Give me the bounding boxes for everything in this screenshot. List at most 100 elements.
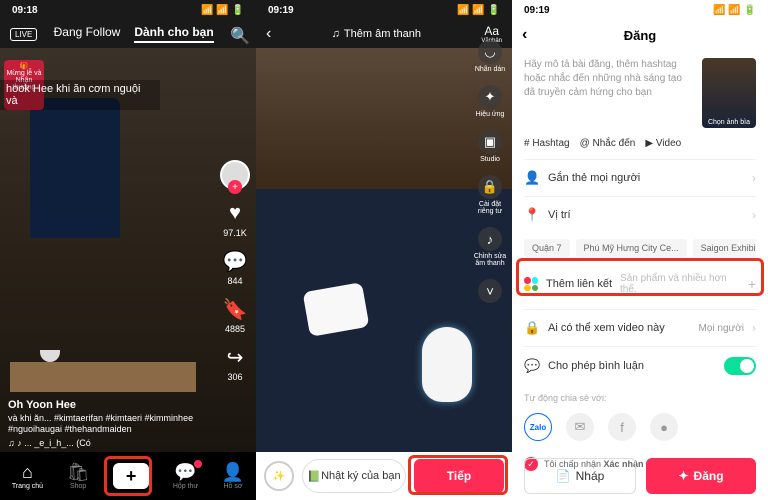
username[interactable]: Oh Yoon Hee — [8, 399, 206, 411]
status-bar: 09:19 📶 📶 🔋 — [512, 0, 768, 20]
share-targets: Zalo ✉ f ● — [524, 409, 756, 451]
page-title: Đăng — [624, 28, 657, 43]
overlay-caption: hook Hee khi ăn cơm nguội và — [0, 80, 160, 110]
chevron-down-icon: ˅ — [478, 279, 502, 303]
effect-tool[interactable]: ✦Hiệu ứng — [472, 85, 508, 118]
feed-screen: 09:18 📶 📶 🔋 LIVE Đang Follow Dành cho bạ… — [0, 0, 256, 500]
share-icon: ↪ — [222, 344, 248, 370]
chevron-right-icon: › — [752, 171, 756, 185]
highlight-link — [516, 258, 764, 296]
more-tools[interactable]: ˅ — [472, 279, 508, 303]
tab-following[interactable]: Đang Follow — [54, 25, 121, 43]
location-suggestions: Quận 7 Phú Mỹ Hưng City Ce... Saigon Exh… — [524, 239, 756, 257]
chevron-right-icon: › — [752, 321, 756, 335]
privacy-tool[interactable]: 🔒Cài đặt riêng tư — [472, 175, 508, 215]
effect-icon: ✦ — [478, 85, 502, 109]
action-rail: + ♥97.1K 💬844 🔖4885 ↪306 — [220, 160, 250, 382]
description-row: Hãy mô tả bài đăng, thêm hashtag hoặc nh… — [524, 58, 756, 128]
person-icon: 👤 — [524, 170, 540, 186]
nav-shop[interactable]: 🛍Shop — [67, 462, 90, 490]
lock-icon: 🔒 — [524, 320, 540, 336]
nav-profile[interactable]: 👤Hồ sơ — [222, 462, 244, 490]
share-button[interactable]: ↪306 — [222, 344, 248, 382]
mention-button[interactable]: @ Nhắc đến — [580, 138, 636, 149]
follow-plus-icon[interactable]: + — [228, 180, 242, 194]
studio-icon: ▣ — [478, 130, 502, 154]
video-table — [10, 362, 196, 392]
share-zalo[interactable]: Zalo — [524, 413, 552, 441]
post-header: ‹ Đăng — [512, 20, 768, 50]
nav-home[interactable]: ⌂Trang chủ — [12, 462, 43, 490]
status-icons: 📶 📶 🔋 — [457, 5, 500, 16]
notification-badge — [194, 460, 202, 468]
video-info: Oh Yoon Hee và khi ăn... #kimtaerifan #k… — [8, 399, 206, 448]
feed-header: LIVE Đang Follow Dành cho bạn 🔍 — [0, 20, 256, 48]
comment-icon: 💬 — [524, 358, 540, 374]
post-screen: 09:19 📶 📶 🔋 ‹ Đăng Hãy mô tả bài đăng, t… — [512, 0, 768, 500]
comment-button[interactable]: 💬844 — [222, 248, 248, 286]
post-actions: 📄 Nháp ✦ Đăng — [524, 458, 756, 494]
editor-tools: ◡Nhãn dán ✦Hiệu ứng ▣Studio 🔒Cài đặt riê… — [472, 40, 508, 303]
loc-chip[interactable]: Quận 7 — [524, 239, 570, 257]
nav-inbox[interactable]: 💬Hộp thư — [173, 462, 198, 490]
comments-toggle[interactable] — [724, 357, 756, 375]
back-icon[interactable]: ‹ — [522, 26, 527, 44]
share-facebook[interactable]: f — [608, 413, 636, 441]
highlight-create — [104, 456, 152, 496]
share-more[interactable]: ● — [650, 413, 678, 441]
shop-icon: 🛍 — [67, 462, 90, 482]
description-input[interactable]: Hãy mô tả bài đăng, thêm hashtag hoặc nh… — [524, 58, 694, 128]
loc-chip[interactable]: Saigon Exhibition and... — [693, 239, 756, 257]
trim-audio-tool[interactable]: ♪Chỉnh sửa âm thanh — [472, 227, 508, 267]
tag-buttons: # Hashtag @ Nhắc đến ▶ Video — [524, 138, 756, 149]
live-badge[interactable]: LIVE — [10, 28, 37, 41]
tab-foryou[interactable]: Dành cho bạn — [134, 25, 213, 43]
sticker-tool[interactable]: ◡Nhãn dán — [472, 40, 508, 73]
comments-row: 💬 Cho phép bình luận — [524, 346, 756, 385]
add-sound-button[interactable]: ♫ Thêm âm thanh — [332, 28, 421, 40]
sticker-icon: ◡ — [478, 40, 502, 64]
home-icon: ⌂ — [22, 462, 33, 482]
effects-button[interactable]: ✨ — [264, 461, 294, 491]
draft-button[interactable]: 📄 Nháp — [524, 458, 636, 494]
share-messenger[interactable]: ✉ — [566, 413, 594, 441]
tag-people-row[interactable]: 👤 Gắn thẻ mọi người › — [524, 159, 756, 196]
privacy-row[interactable]: 🔒 Ai có thể xem video này Mọi người › — [524, 309, 756, 346]
search-icon[interactable]: 🔍 — [230, 26, 246, 42]
post-button[interactable]: ✦ Đăng — [646, 458, 756, 494]
video-subject — [30, 98, 120, 238]
status-bar: 09:18 📶 📶 🔋 — [0, 0, 256, 20]
editor-screen: 09:19 📶 📶 🔋 ‹ ♫ Thêm âm thanh AaVănbản ◡… — [256, 0, 512, 500]
studio-tool[interactable]: ▣Studio — [472, 130, 508, 163]
lock-icon: 🔒 — [478, 175, 502, 199]
bookmark-icon: 🔖 — [222, 296, 248, 322]
highlight-next — [408, 455, 508, 495]
music-marquee[interactable]: ♫ ♪ ... _e_i_h_... (Có — [8, 438, 206, 448]
back-icon[interactable]: ‹ — [266, 25, 271, 43]
profile-icon: 👤 — [222, 462, 244, 482]
video-desc[interactable]: và khi ăn... #kimtaerifan #kimtaeri #kim… — [8, 413, 206, 436]
status-icons: 📶 📶 🔋 — [201, 5, 244, 16]
heart-icon: ♥ — [222, 200, 248, 226]
feed-tabs: Đang Follow Dành cho bạn — [54, 25, 214, 43]
status-icons: 📶 📶 🔋 — [713, 5, 756, 16]
location-row[interactable]: 📍 Vị trí › — [524, 196, 756, 233]
status-bar: 09:19 📶 📶 🔋 — [256, 0, 512, 20]
save-button[interactable]: 🔖4885 — [222, 296, 248, 334]
status-time: 09:19 — [524, 5, 550, 16]
author-avatar[interactable]: + — [220, 160, 250, 190]
status-time: 09:18 — [12, 5, 38, 16]
hashtag-button[interactable]: # Hashtag — [524, 138, 570, 149]
cover-thumbnail[interactable]: Chọn ảnh bìa — [702, 58, 756, 128]
chevron-right-icon: › — [752, 208, 756, 222]
like-button[interactable]: ♥97.1K — [222, 200, 248, 238]
comment-icon: 💬 — [222, 248, 248, 274]
loc-chip[interactable]: Phú Mỹ Hưng City Ce... — [576, 239, 687, 257]
diary-button[interactable]: 📗 Nhật ký của bạn — [302, 459, 406, 493]
video-button[interactable]: ▶ Video — [645, 138, 681, 149]
trim-icon: ♪ — [478, 227, 502, 251]
status-time: 09:19 — [268, 5, 294, 16]
location-icon: 📍 — [524, 207, 540, 223]
share-label: Tự động chia sẻ với: — [524, 385, 756, 409]
video-bowl — [40, 350, 60, 362]
